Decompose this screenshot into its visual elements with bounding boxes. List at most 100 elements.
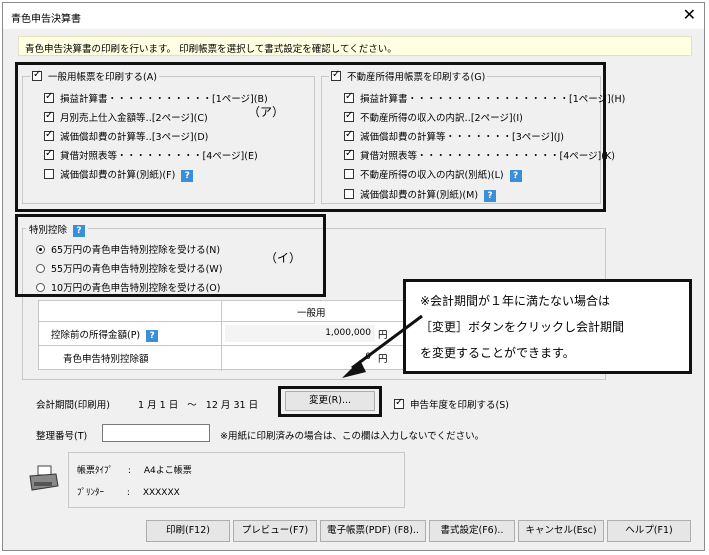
radio-10[interactable]: 10万円の青色申告特別控除を受ける(O) [36, 280, 220, 294]
general-item-5[interactable]: 減価償却費の計算(別紙)(F)? [44, 167, 194, 182]
window-title: 青色申告決算書 [11, 14, 81, 25]
radio-10-label: 10万円の青色申告特別控除を受ける(O) [51, 283, 221, 294]
ref-number-input[interactable] [102, 424, 210, 442]
callout-line-3: を変更することができます。 [420, 346, 575, 360]
arrow-line [351, 314, 423, 370]
checkbox-icon[interactable] [44, 148, 54, 160]
checkbox-icon[interactable] [44, 129, 54, 141]
help-icon[interactable]: ? [146, 330, 159, 342]
realestate-item-5-label: 不動産所得の収入の内訳(別紙)(L) [360, 170, 504, 181]
general-item-1[interactable]: 損益計算書・・・・・・・・・・・[1ページ](B) [44, 91, 268, 105]
annotation-a-label: （ア） [248, 105, 285, 119]
ref-number-label: 整理番号(T) [36, 431, 88, 442]
title-bar: 青色申告決算書 ✕ [3, 3, 704, 29]
realestate-item-5[interactable]: 不動産所得の収入の内訳(別紙)(L)? [344, 167, 522, 182]
print-button[interactable]: 印刷(F12) [146, 520, 230, 542]
special-deduction-label: 特別控除? [26, 222, 89, 237]
day-unit: 日 [168, 400, 179, 411]
realestate-item-2-label: 不動産所得の収入の内訳‥[2ページ](I) [360, 113, 523, 124]
realestate-item-4[interactable]: 貸借対照表等・・・・・・・・・・・・・・・[4ページ](K) [344, 148, 615, 162]
preview-button[interactable]: プレビュー(F7) [233, 520, 317, 542]
ref-number-note: ※用紙に印刷済みの場合は、この欄は入力しないでください。 [220, 431, 485, 442]
checkbox-icon[interactable] [394, 397, 404, 409]
pre-deduction-income-label: 控除前の所得金額(P)? [51, 327, 159, 342]
period-range: 1 月 1 日 〜 12 月 31 日 [138, 397, 258, 411]
print-year-checkbox[interactable]: 申告年度を印刷する(S) [394, 397, 509, 411]
general-item-5-label: 減価償却費の計算(別紙)(F) [60, 170, 176, 181]
end-day: 31 [233, 400, 246, 411]
cancel-button[interactable]: キャンセル(Esc) [518, 520, 604, 542]
annotation-i-label: （イ） [265, 251, 302, 265]
general-item-3[interactable]: 減価償却費の計算等‥[3ページ](D) [44, 129, 208, 143]
checkbox-icon[interactable] [344, 129, 354, 141]
radio-icon[interactable] [36, 264, 45, 273]
help-icon[interactable]: ? [73, 225, 86, 237]
general-item-1-label: 損益計算書・・・・・・・・・・・[1ページ](B) [60, 94, 268, 105]
table-divider [221, 301, 222, 371]
realestate-item-2[interactable]: 不動産所得の収入の内訳‥[2ページ](I) [344, 110, 523, 124]
realestate-item-3-label: 減価償却費の計算等・・・・・・・[3ページ](J) [360, 132, 564, 143]
help-icon[interactable]: ? [181, 170, 194, 182]
radio-icon[interactable] [36, 245, 45, 254]
radio-55[interactable]: 55万円の青色申告特別控除を受ける(W) [36, 261, 222, 275]
checkbox-icon[interactable] [344, 169, 354, 179]
info-text: 青色申告決算書の印刷を行います。 印刷帳票を選択して書式設定を確認してください。 [25, 44, 397, 55]
start-day: 1 [159, 400, 166, 411]
help-icon[interactable]: ? [509, 170, 522, 182]
printer-value: XXXXXX [142, 488, 180, 498]
checkbox-icon[interactable] [344, 148, 354, 160]
general-item-2[interactable]: 月別売上仕入金額等‥[2ページ](C) [44, 110, 208, 124]
change-period-button[interactable]: 変更(R)... [285, 391, 375, 411]
checkbox-icon[interactable] [44, 91, 54, 103]
callout-arrow [342, 314, 423, 378]
general-print-checkbox[interactable]: 一般用帳票を印刷する(A) [30, 69, 159, 83]
special-deduction-amount-label: 青色申告特別控除額 [63, 354, 149, 365]
checkbox-icon[interactable] [32, 69, 42, 81]
realestate-item-1[interactable]: 損益計算書・・・・・・・・・・・・・・・・・[1ページ](H) [344, 91, 625, 105]
info-banner: 青色申告決算書の印刷を行います。 印刷帳票を選択して書式設定を確認してください。 [18, 36, 692, 56]
period-label: 会計期間(印刷用) [36, 400, 110, 411]
checkbox-icon[interactable] [44, 169, 54, 179]
realestate-print-checkbox[interactable]: 不動産所得用帳票を印刷する(G) [329, 69, 488, 83]
special-label-text: 特別控除 [29, 225, 68, 236]
general-item-2-label: 月別売上仕入金額等‥[2ページ](C) [60, 113, 208, 124]
checkbox-icon[interactable] [344, 189, 354, 199]
radio-icon[interactable] [36, 283, 45, 292]
printer-slot [34, 482, 52, 486]
checkbox-icon[interactable] [44, 110, 54, 122]
printer-label: ﾌﾟﾘﾝﾀｰ [77, 488, 105, 498]
radio-65-label: 65万円の青色申告特別控除を受ける(N) [51, 245, 221, 256]
colon: : [126, 488, 130, 498]
day-unit: 日 [248, 400, 259, 411]
close-icon[interactable]: ✕ [683, 6, 696, 24]
realestate-item-6[interactable]: 減価償却費の計算(別紙)(M)? [344, 187, 497, 202]
printer-icon [29, 465, 59, 491]
realestate-item-3[interactable]: 減価償却費の計算等・・・・・・・[3ページ](J) [344, 129, 564, 143]
format-settings-button[interactable]: 書式設定(F6).. [429, 520, 515, 542]
printer-paper [37, 465, 52, 476]
form-type-row: 帳票ﾀｲﾌﾟ : A4よこ帳票 [77, 463, 192, 476]
row1-label-text: 控除前の所得金額(P) [51, 330, 141, 341]
checkbox-icon[interactable] [331, 69, 341, 81]
general-print-label: 一般用帳票を印刷する(A) [48, 72, 157, 83]
month-unit: 月 [220, 400, 231, 411]
radio-65[interactable]: 65万円の青色申告特別控除を受ける(N) [36, 242, 220, 256]
help-icon[interactable]: ? [484, 190, 497, 202]
checkbox-icon[interactable] [344, 110, 354, 122]
general-item-4-label: 貸借対照表等・・・・・・・・・[4ページ](E) [60, 151, 258, 162]
checkbox-icon[interactable] [344, 91, 354, 103]
realestate-print-label: 不動産所得用帳票を印刷する(G) [347, 72, 486, 83]
form-type-value: A4よこ帳票 [143, 466, 192, 476]
help-button[interactable]: ヘルプ(F1) [607, 520, 691, 542]
radio-55-label: 55万円の青色申告特別控除を受ける(W) [51, 264, 223, 275]
start-month: 1 [138, 400, 145, 411]
callout-line-2: ［変更］ボタンをクリックし会計期間 [420, 320, 625, 334]
realestate-item-4-label: 貸借対照表等・・・・・・・・・・・・・・・[4ページ](K) [360, 151, 615, 162]
pdf-button[interactable]: 電子帳票(PDF) (F8).. [320, 520, 426, 542]
printer-info-box: 帳票ﾀｲﾌﾟ : A4よこ帳票 ﾌﾟﾘﾝﾀｰ : XXXXXX [68, 452, 405, 508]
general-item-4[interactable]: 貸借対照表等・・・・・・・・・[4ページ](E) [44, 148, 258, 162]
end-month: 12 [205, 400, 218, 411]
general-item-3-label: 減価償却費の計算等‥[3ページ](D) [60, 132, 209, 143]
month-unit: 月 [147, 400, 157, 411]
colon: : [127, 466, 131, 476]
